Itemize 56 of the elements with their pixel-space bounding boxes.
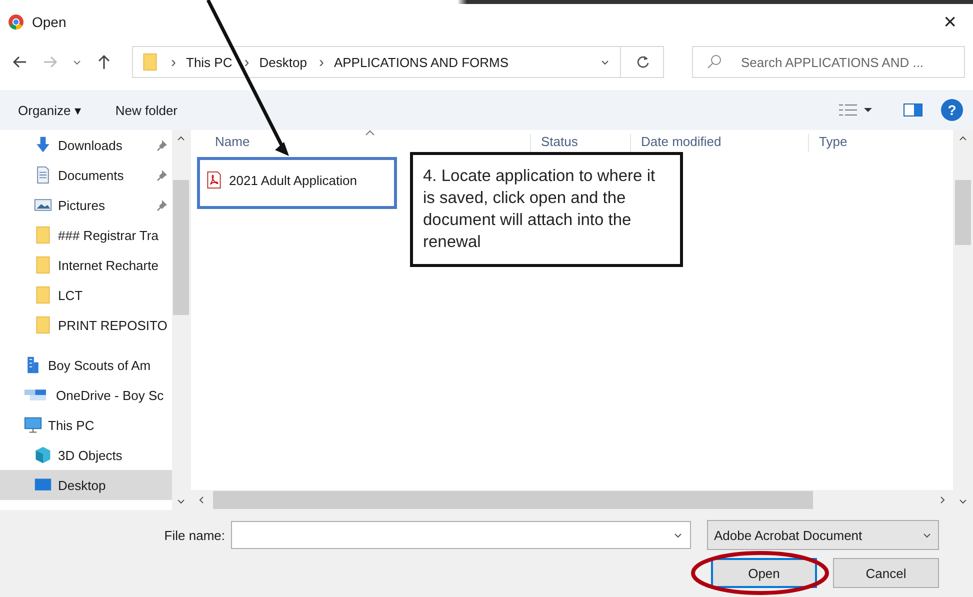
refresh-icon[interactable] — [635, 54, 651, 70]
sidebar-item[interactable]: Desktop — [0, 470, 172, 500]
download-icon — [34, 136, 52, 154]
close-button[interactable]: × — [927, 5, 973, 39]
preview-pane-icon[interactable] — [903, 102, 923, 118]
picture-icon — [34, 196, 52, 214]
scroll-thumb[interactable] — [173, 180, 189, 315]
file-name-field[interactable] — [231, 521, 691, 549]
new-folder-button[interactable]: New folder — [107, 98, 186, 122]
file-name-label: File name: — [164, 528, 225, 542]
cube-icon — [34, 446, 52, 464]
open-button[interactable]: Open — [711, 558, 817, 588]
back-arrow-icon[interactable] — [12, 54, 28, 70]
address-bar[interactable]: › This PC › Desktop › APPLICATIONS AND FORMS — [132, 46, 664, 78]
scroll-thumb[interactable] — [955, 180, 971, 245]
window-title: Open — [32, 14, 66, 30]
breadcrumb[interactable]: Desktop — [259, 54, 307, 70]
callout-note: 4. Locate application to where it is saved, click open and the document will attach into the renewal — [410, 152, 683, 267]
up-arrow-icon[interactable] — [96, 54, 112, 70]
browser-logo-icon — [8, 14, 24, 30]
sidebar-item[interactable]: Pictures — [0, 190, 172, 220]
search-field[interactable]: Search APPLICATIONS AND ... — [692, 46, 965, 78]
file-row[interactable]: 2021 Adult Application — [205, 166, 357, 194]
sidebar-item[interactable]: This PC — [0, 410, 172, 440]
sidebar-item[interactable]: OneDrive - Boy Sc — [0, 380, 172, 410]
breadcrumb[interactable]: APPLICATIONS AND FORMS — [334, 54, 509, 70]
sidebar-item[interactable]: LCT — [0, 280, 172, 310]
sidebar-item[interactable]: Documents — [0, 160, 172, 190]
file-list-scrollbar[interactable] — [953, 130, 973, 510]
sidebar-item[interactable]: 3D Objects — [0, 440, 172, 470]
sidebar-item[interactable]: PRINT REPOSITO — [0, 310, 172, 340]
sidebar-item[interactable]: ### Registrar Tra — [0, 220, 172, 250]
breadcrumb-separator: › — [244, 54, 250, 70]
folder-icon — [34, 226, 52, 244]
document-icon — [34, 166, 52, 184]
cancel-button[interactable]: Cancel — [833, 558, 939, 588]
scroll-thumb[interactable] — [213, 491, 813, 509]
help-button[interactable]: ? — [941, 99, 963, 121]
folder-icon — [141, 53, 159, 71]
breadcrumb[interactable]: This PC — [186, 54, 232, 70]
breadcrumb-separator: › — [318, 54, 324, 70]
folder-icon — [34, 256, 52, 274]
sidebar-item[interactable]: Internet Recharte — [0, 250, 172, 280]
organize-menu[interactable]: Organize ▾ — [10, 98, 90, 122]
sidebar-scrollbar[interactable] — [172, 130, 190, 510]
pdf-file-icon — [205, 171, 223, 189]
column-header[interactable]: Type — [809, 134, 953, 152]
folder-icon — [34, 316, 52, 334]
breadcrumb-separator: › — [171, 54, 176, 70]
sidebar-item[interactable]: Boy Scouts of Am — [0, 350, 172, 380]
file-type-dropdown[interactable]: Adobe Acrobat Document — [707, 520, 939, 550]
sort-caret-icon — [365, 130, 375, 136]
computer-icon — [24, 416, 42, 434]
folder-icon — [34, 286, 52, 304]
search-icon — [706, 54, 722, 70]
sidebar-item[interactable]: Downloads — [0, 130, 172, 160]
